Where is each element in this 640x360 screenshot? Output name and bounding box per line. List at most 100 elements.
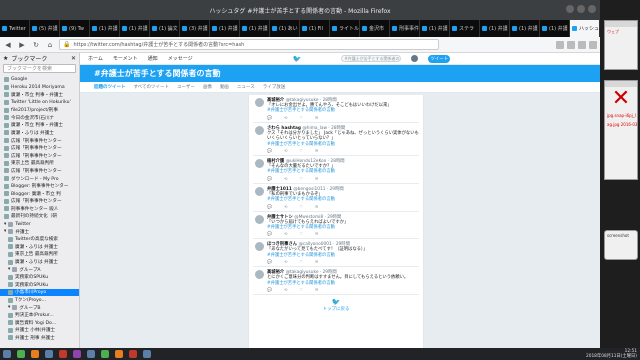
hashtag-link[interactable]: #弁護士が苦手とする関係者の言動 — [267, 197, 419, 202]
tweet[interactable]: 植村介護 @ukiHondo12eKon · 28時間 「そんなの大量だるたいです… — [253, 156, 419, 184]
browser-tab[interactable]: (1) 弁護 — [90, 20, 120, 37]
reply-icon[interactable]: 💬 — [267, 231, 272, 236]
files-icon[interactable] — [45, 350, 53, 358]
tweet[interactable]: ほつき刑事さん @callyono0001 · 29時間 「あなたがいって見てもた… — [253, 239, 419, 268]
media-icon[interactable] — [73, 350, 81, 358]
bookmark-item[interactable]: 廣瀬・市立 判事・弁護士 — [0, 91, 79, 99]
bookmark-item[interactable]: 廣瀬・ふりは 弁護士 — [0, 258, 79, 266]
bookmark-item[interactable]: Blogger: 廣瀬・市立 判 — [0, 190, 79, 198]
like-icon[interactable]: ♡ — [299, 115, 303, 120]
like-icon[interactable]: ♡ — [299, 176, 303, 181]
bookmark-item[interactable]: 判決正本(Prokur... — [0, 311, 79, 319]
background-window-3[interactable]: screenshot — [604, 230, 638, 260]
browser-tab[interactable]: (1) あい — [270, 20, 300, 37]
sidebar-title[interactable]: ブックマーク — [11, 54, 47, 63]
avatar[interactable] — [255, 98, 264, 107]
hashtag-link[interactable]: #弁護士が苦手とする関係者の言動 — [267, 169, 419, 174]
bookmark-item[interactable]: 廣瀬・ふりは 弁護士 — [0, 243, 79, 251]
avatar[interactable] — [411, 55, 419, 62]
browser-tab[interactable]: (1) 弁護 — [510, 20, 540, 37]
tweet[interactable]: 高城裕介 @takagiyusuke · 29時間 とにかくご意味分の判断はすすま… — [253, 267, 419, 296]
dm-icon[interactable]: ✉ — [315, 231, 318, 236]
browser-tab[interactable]: (1) Fil — [300, 20, 330, 37]
bookmark-item[interactable]: 東京上告 最高裁判所 — [0, 251, 79, 259]
dm-icon[interactable]: ✉ — [315, 259, 318, 264]
dm-icon[interactable]: ✉ — [315, 176, 318, 181]
bookmark-item[interactable]: 広報「刑事事件センター — [0, 167, 79, 175]
browser-tab[interactable]: (1) 弁護 — [480, 20, 510, 37]
bookmark-item[interactable]: 広報「刑事事件センター — [0, 144, 79, 152]
browser-tab[interactable]: (1) 弁護 — [240, 20, 270, 37]
retweet-icon[interactable]: ⟲ — [284, 287, 287, 292]
dm-icon[interactable]: ✉ — [315, 287, 318, 292]
hashtag-link[interactable]: #弁護士が苦手とする関係者の言動 — [267, 108, 419, 113]
tweet[interactable]: 弁護士サトシ @Mwestomi8 · 29時間 「いつから届けてもらえればよいで… — [253, 212, 419, 240]
browser-tab[interactable]: ステラ — [450, 20, 480, 37]
bookmark-item[interactable]: Twitterの高度な検索 — [0, 235, 79, 243]
avatar[interactable] — [255, 186, 264, 196]
bookmark-folder[interactable]: ▾ グループA — [0, 266, 79, 274]
bookmark-item[interactable]: 最新刊の持続文化（研 — [0, 213, 79, 221]
clock[interactable]: 12:51 2018年08月11日(土曜日) — [586, 349, 637, 359]
app-menu-icon[interactable] — [3, 350, 11, 358]
bookmark-item[interactable]: Google — [0, 76, 79, 84]
tweet[interactable]: 弁護士1011 @bengosi1011 · 29時間 「私の刑事でいまもかるぞ」… — [253, 184, 419, 212]
bookmark-item[interactable]: 東京上告 最高裁判所 — [0, 160, 79, 168]
minimize-button[interactable] — [566, 5, 574, 13]
dm-icon[interactable]: ✉ — [315, 148, 318, 153]
browser-tab[interactable]: (1) 弁護 — [120, 20, 150, 37]
bookmark-item[interactable]: Blogger: 刑事事件センター — [0, 182, 79, 190]
like-icon[interactable]: ♡ — [299, 259, 303, 264]
browser-tab[interactable]: (9) Tw — [60, 20, 90, 37]
reply-icon[interactable]: 💬 — [267, 287, 272, 292]
retweet-icon[interactable]: ⟲ — [284, 231, 287, 236]
back-to-top[interactable]: 🐦 トップに戻る — [253, 298, 419, 312]
like-icon[interactable]: ♡ — [299, 204, 303, 209]
bookmark-item[interactable]: Heroku 2014 Moriyama — [0, 84, 79, 92]
url-bar[interactable]: 🔒 https://twitter.com/hashtag/弁護士が苦手とする関… — [59, 39, 439, 50]
tweet[interactable]: 高城裕介 @takagiyusuke · 28時間 「オレにお金出せよ。勝てんやろ… — [253, 95, 419, 123]
sidebar-icon[interactable] — [567, 40, 575, 49]
bookmark-item[interactable]: file2017/project/刑事 — [0, 106, 79, 114]
browser-tab[interactable]: ハッシュ — [570, 20, 600, 37]
app-icon[interactable] — [115, 350, 123, 358]
bookmark-item[interactable]: 廣告資料 Yogi Do... — [0, 319, 79, 327]
bookmark-item[interactable]: 広報「刑事事件センター — [0, 198, 79, 206]
bookmark-item[interactable]: ダウンロード - My Pro — [0, 175, 79, 183]
bookmark-item[interactable]: 広報「刑事事件センター — [0, 137, 79, 145]
chevron-down-icon[interactable]: ▾ — [4, 229, 6, 234]
browser-tab[interactable]: (1) 論文 — [150, 20, 180, 37]
browser-tab[interactable]: ライトル — [330, 20, 360, 37]
reply-icon[interactable]: 💬 — [267, 148, 272, 153]
bookmark-folder[interactable]: ▾ グループB — [0, 304, 79, 312]
back-button[interactable]: ◀ — [3, 40, 13, 50]
nav-home[interactable]: ホーム — [88, 55, 103, 62]
avatar[interactable] — [255, 125, 264, 135]
browser-tab[interactable]: 金沢市 — [360, 20, 390, 37]
nav-notifications[interactable]: 通知 — [148, 55, 158, 62]
maximize-button[interactable] — [577, 5, 585, 13]
search-tab[interactable]: ライブ放送 — [263, 84, 286, 90]
browser-tab[interactable]: (1) 弁護 — [210, 20, 240, 37]
bookmark-folder[interactable]: ▾ 弁護士 — [0, 228, 79, 236]
hashtag-link[interactable]: #弁護士が苦手とする関係者の言動 — [267, 253, 419, 258]
retweet-icon[interactable]: ⟲ — [284, 259, 287, 264]
bookmark-item[interactable]: 刑事事件センター 殿人 — [0, 205, 79, 213]
browser-tab[interactable]: (1) 弁護 — [540, 20, 570, 37]
avatar[interactable] — [255, 242, 264, 252]
search-tab[interactable]: ユーザー — [177, 84, 195, 90]
bookmark-item[interactable]: Twitter 'Little on Hokuriku' — [0, 99, 79, 107]
bookmark-item[interactable]: 廣瀬・市立 判事・弁護士 — [0, 122, 79, 130]
network-icon[interactable] — [101, 350, 109, 358]
tweet-author[interactable]: 弁護士サトシ — [267, 215, 293, 220]
search-tab[interactable]: ニュース — [237, 84, 255, 90]
reply-icon[interactable]: 💬 — [267, 204, 272, 209]
background-window-1[interactable]: ウェブ — [604, 20, 638, 70]
chevron-down-icon[interactable]: ▾ — [8, 267, 10, 272]
browser-tab[interactable]: (3) 弁護 — [180, 20, 210, 37]
reload-button[interactable]: ↻ — [31, 40, 41, 50]
reply-icon[interactable]: 💬 — [267, 115, 272, 120]
settings-icon[interactable] — [87, 350, 95, 358]
dm-icon[interactable]: ✉ — [315, 115, 318, 120]
bookmark-item[interactable]: Tクン(Proyo... — [0, 296, 79, 304]
